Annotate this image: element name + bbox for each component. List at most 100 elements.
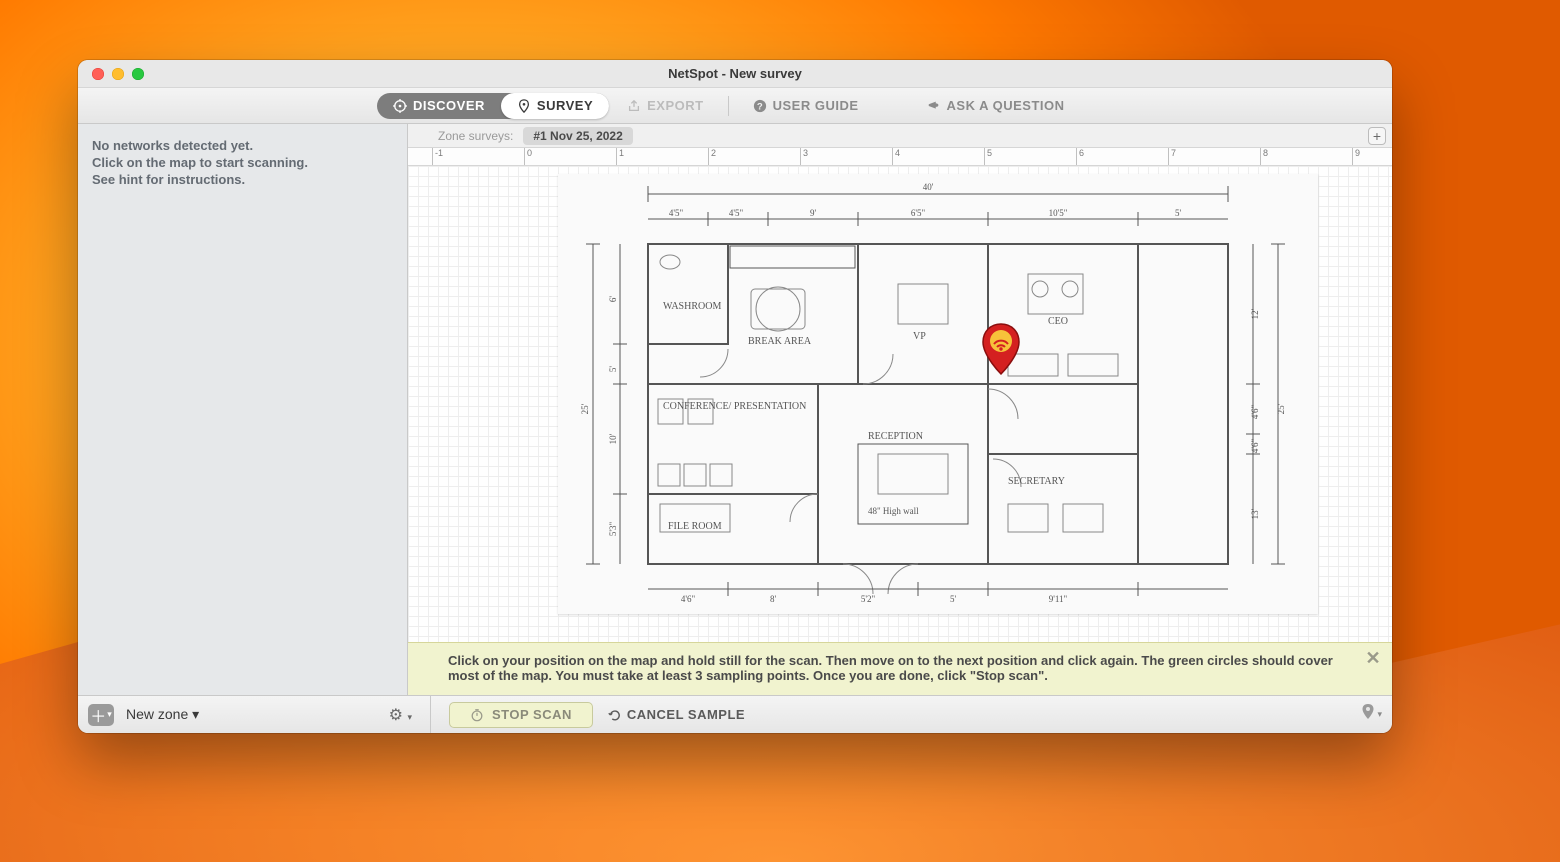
footer-main: STOP SCAN CANCEL SAMPLE ▾ xyxy=(443,702,1382,728)
svg-text:8': 8' xyxy=(770,594,777,604)
pin-options-button[interactable]: ▾ xyxy=(1361,703,1382,726)
zone-surveys-bar: Zone surveys: #1 Nov 25, 2022 + xyxy=(408,124,1392,148)
svg-text:4'6": 4'6" xyxy=(1250,405,1260,420)
ruler-tick: 1 xyxy=(616,148,624,165)
titlebar: NetSpot - New survey xyxy=(78,60,1392,88)
stop-scan-button[interactable]: STOP SCAN xyxy=(449,702,593,728)
main-panel: Zone surveys: #1 Nov 25, 2022 + -1012345… xyxy=(408,124,1392,695)
room-washroom: WASHROOM xyxy=(663,301,721,312)
svg-text:5': 5' xyxy=(608,366,618,373)
svg-text:5'2": 5'2" xyxy=(861,594,876,604)
hint-banner: Click on your position on the map and ho… xyxy=(408,642,1392,695)
target-icon xyxy=(393,99,407,113)
add-button-caret: ▾ xyxy=(107,709,112,720)
desktop-background: NetSpot - New survey DISCOVER SURVEY xyxy=(0,0,1560,862)
discover-tab[interactable]: DISCOVER xyxy=(377,93,501,119)
horizontal-ruler: -10123456789 xyxy=(408,148,1392,166)
window-controls xyxy=(92,68,144,80)
new-zone-label: New zone ▾ xyxy=(126,706,199,722)
close-window-button[interactable] xyxy=(92,68,104,80)
ruler-tick: 6 xyxy=(1076,148,1084,165)
room-secretary: SECRETARY xyxy=(1008,476,1065,487)
toolbar-divider xyxy=(728,96,729,116)
room-break: BREAK AREA xyxy=(748,336,812,347)
room-conference: CONFERENCE/ PRESENTATION xyxy=(663,401,806,412)
note-wall: 48" High wall xyxy=(868,506,919,516)
map-canvas[interactable]: WASHROOM BREAK AREA VP CEO CONFERENCE/ P… xyxy=(408,166,1392,695)
stopwatch-icon xyxy=(470,708,484,722)
footer-divider xyxy=(430,696,431,733)
zone-survey-chip[interactable]: #1 Nov 25, 2022 xyxy=(523,127,632,145)
svg-text:25': 25' xyxy=(580,403,590,414)
settings-button[interactable]: ⚙ ▾ xyxy=(389,705,418,725)
gear-icon: ⚙ xyxy=(389,707,403,724)
help-icon: ? xyxy=(753,99,767,113)
svg-text:40': 40' xyxy=(923,182,934,192)
survey-label: SURVEY xyxy=(537,98,593,113)
sidebar: No networks detected yet. Click on the m… xyxy=(78,124,408,695)
svg-text:6': 6' xyxy=(608,296,618,303)
ruler-tick: 7 xyxy=(1168,148,1176,165)
add-zone-survey-button[interactable]: + xyxy=(1368,127,1386,145)
survey-tab[interactable]: SURVEY xyxy=(501,93,609,119)
svg-text:9'11": 9'11" xyxy=(1049,594,1068,604)
toolbar: DISCOVER SURVEY EXPORT ? xyxy=(78,88,1392,124)
room-fileroom: FILE ROOM xyxy=(668,521,722,532)
svg-text:25': 25' xyxy=(1276,403,1286,414)
cancel-sample-label: CANCEL SAMPLE xyxy=(627,707,745,722)
svg-text:6'5": 6'5" xyxy=(911,208,926,218)
sidebar-msg-3: See hint for instructions. xyxy=(92,172,393,189)
zone-surveys-label: Zone surveys: xyxy=(438,129,513,143)
megaphone-icon xyxy=(927,99,941,113)
svg-text:4'6": 4'6" xyxy=(1250,439,1260,454)
export-label: EXPORT xyxy=(647,98,703,113)
ruler-tick: 8 xyxy=(1260,148,1268,165)
hint-close-button[interactable]: ✕ xyxy=(1364,649,1382,667)
ruler-tick: 4 xyxy=(892,148,900,165)
discover-label: DISCOVER xyxy=(413,98,485,113)
user-guide-label: USER GUIDE xyxy=(773,98,859,113)
pin-small-icon xyxy=(1361,703,1375,726)
room-reception: RECEPTION xyxy=(868,431,923,442)
undo-icon xyxy=(607,708,621,722)
ruler-tick: 3 xyxy=(800,148,808,165)
svg-text:5'3": 5'3" xyxy=(608,522,618,537)
hint-text: Click on your position on the map and ho… xyxy=(448,653,1333,683)
window-title: NetSpot - New survey xyxy=(78,66,1392,81)
cancel-sample-button[interactable]: CANCEL SAMPLE xyxy=(607,707,745,722)
svg-text:4'5": 4'5" xyxy=(669,208,684,218)
sidebar-msg-1: No networks detected yet. xyxy=(92,138,393,155)
export-icon xyxy=(627,99,641,113)
user-guide-button[interactable]: ? USER GUIDE xyxy=(753,98,859,113)
app-window: NetSpot - New survey DISCOVER SURVEY xyxy=(78,60,1392,733)
new-zone-dropdown[interactable]: New zone ▾ xyxy=(126,706,199,723)
ruler-tick: 2 xyxy=(708,148,716,165)
minimize-window-button[interactable] xyxy=(112,68,124,80)
zone-survey-chip-text: #1 Nov 25, 2022 xyxy=(533,129,622,143)
fullscreen-window-button[interactable] xyxy=(132,68,144,80)
ruler-tick: 5 xyxy=(984,148,992,165)
room-vp: VP xyxy=(913,331,926,342)
plus-icon: ＋ xyxy=(90,703,106,727)
add-button[interactable]: ＋ ▾ xyxy=(88,704,114,726)
svg-text:?: ? xyxy=(756,101,762,112)
footer-left: ＋ ▾ New zone ▾ ⚙ ▾ xyxy=(88,704,418,726)
ask-question-button[interactable]: ASK A QUESTION xyxy=(927,98,1065,113)
footer: ＋ ▾ New zone ▾ ⚙ ▾ STOP SCAN xyxy=(78,695,1392,733)
ruler-tick: -1 xyxy=(432,148,443,165)
svg-text:13': 13' xyxy=(1250,508,1260,519)
svg-text:5': 5' xyxy=(1175,208,1182,218)
sidebar-msg-2: Click on the map to start scanning. xyxy=(92,155,393,172)
room-ceo: CEO xyxy=(1048,316,1068,327)
ask-question-label: ASK A QUESTION xyxy=(947,98,1065,113)
svg-text:12': 12' xyxy=(1250,308,1260,319)
svg-text:9': 9' xyxy=(810,208,817,218)
svg-text:4'5": 4'5" xyxy=(729,208,744,218)
svg-text:5': 5' xyxy=(950,594,957,604)
svg-text:4'6": 4'6" xyxy=(681,594,696,604)
ruler-tick: 9 xyxy=(1352,148,1360,165)
pin-options-caret: ▾ xyxy=(1377,709,1382,720)
body: No networks detected yet. Click on the m… xyxy=(78,124,1392,695)
pin-icon xyxy=(517,99,531,113)
floorplan-image: WASHROOM BREAK AREA VP CEO CONFERENCE/ P… xyxy=(558,174,1318,614)
